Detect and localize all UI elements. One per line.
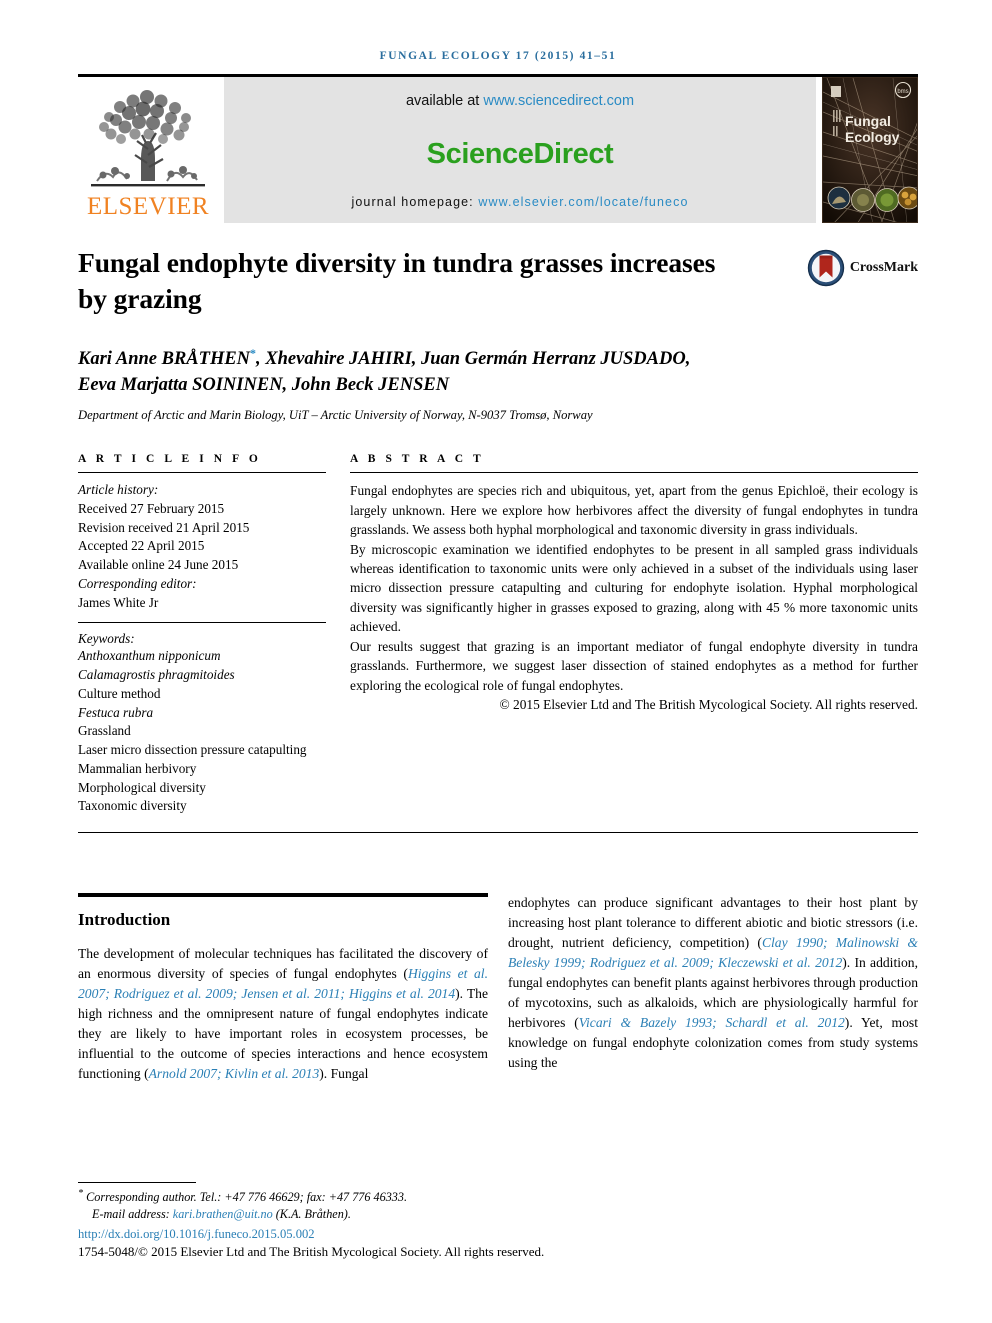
column-gap [326, 453, 350, 816]
keyword-item: Anthoxanthum nipponicum [78, 648, 221, 664]
elsevier-tree-icon [91, 90, 205, 187]
article-history-block: Article history: Received 27 February 20… [78, 473, 326, 612]
history-item: Accepted 22 April 2015 [78, 538, 205, 554]
email-link[interactable]: kari.brathen@uit.no [173, 1207, 273, 1221]
corresponding-editor-label: Corresponding editor: [78, 575, 197, 591]
article-info-heading: A R T I C L E I N F O [78, 453, 262, 466]
journal-cover-thumbnail[interactable]: Fungal Ecology bms [822, 77, 918, 223]
keyword-item: Laser micro dissection pressure catapult… [78, 742, 307, 758]
history-item: Received 27 February 2015 [78, 501, 225, 517]
crossmark-badge[interactable]: CrossMark [807, 249, 918, 287]
section-heading-introduction: Introduction [78, 910, 171, 930]
author-rest-line1: , Xhevahire JAHIRI, Juan Germán Herranz … [256, 348, 691, 369]
footnote-marker: * [78, 1188, 84, 1199]
info-abstract-section: A R T I C L E I N F O Article history: R… [78, 453, 918, 816]
intro-text-part3: ). Fungal [319, 1065, 369, 1081]
author-rest-line2: Eeva Marjatta SOININEN, John Beck JENSEN [78, 375, 450, 396]
article-history-label: Article history: [78, 482, 159, 498]
title-block: Fungal endophyte diversity in tundra gra… [78, 245, 918, 423]
keyword-item: Festuca rubra [78, 704, 154, 720]
affiliation: Department of Arctic and Marin Biology, … [78, 408, 593, 423]
issn-copyright-line: 1754-5048/© 2015 Elsevier Ltd and The Br… [78, 1243, 545, 1259]
abstract-heading: A B S T R A C T [350, 453, 485, 466]
intro-paragraph-left: The development of molecular techniques … [78, 944, 488, 1084]
cover-artwork-icon: Fungal Ecology bms [823, 78, 917, 222]
crossmark-label: CrossMark [849, 260, 918, 275]
keyword-item: Calamagrostis phragmitoides [78, 667, 235, 683]
citation-link[interactable]: Vicari & Bazely 1993; Schardl et al. 201… [579, 1015, 845, 1030]
elsevier-wordmark: ELSEVIER [86, 193, 210, 220]
svg-text:bms: bms [897, 89, 908, 95]
running-head: FUNGAL ECOLOGY 17 (2015) 41–51 [379, 50, 617, 62]
body-column-gap [488, 893, 508, 1084]
journal-homepage-link[interactable]: www.elsevier.com/locate/funeco [478, 195, 688, 209]
abstract-bottom-rule [78, 832, 918, 834]
journal-cover-image: Fungal Ecology bms [822, 77, 918, 223]
sciencedirect-panel: available at www.sciencedirect.com Scien… [224, 77, 816, 223]
keywords-block: Keywords: Anthoxanthum nipponicum Calama… [78, 623, 326, 816]
article-body: Introduction The development of molecula… [78, 893, 918, 1084]
available-at-label: available at [405, 93, 484, 109]
corresponding-author-text: Corresponding author. Tel.: +47 776 4662… [86, 1190, 408, 1205]
article-info-column: A R T I C L E I N F O Article history: R… [78, 453, 326, 816]
corresponding-editor-name: James White Jr [78, 594, 159, 610]
abstract-paragraph: By microscopic examination we identified… [350, 541, 918, 635]
journal-masthead: ELSEVIER available at www.sciencedirect.… [78, 77, 918, 223]
history-item: Revision received 21 April 2015 [78, 519, 250, 535]
elsevier-logo: ELSEVIER [78, 77, 218, 223]
svg-text:Ecology: Ecology [845, 129, 900, 145]
crossmark-icon [807, 249, 845, 287]
citation-link[interactable]: Arnold 2007; Kivlin et al. 2013 [149, 1066, 320, 1081]
journal-homepage-line: journal homepage: www.elsevier.com/locat… [352, 195, 689, 209]
keyword-item: Morphological diversity [78, 779, 206, 795]
article-page: FUNGAL ECOLOGY 17 (2015) 41–51 ELSEVIER … [78, 0, 918, 1323]
author-list: Kari Anne BRÅTHEN*, Xhevahire JAHIRI, Ju… [78, 345, 778, 400]
abstract-body: Fungal endophytes are species rich and u… [350, 473, 918, 714]
intro-paragraph-right: endophytes can produce significant advan… [508, 893, 918, 1073]
keyword-item: Culture method [78, 685, 161, 701]
abstract-copyright: © 2015 Elsevier Ltd and The British Myco… [499, 697, 918, 713]
available-at-line: available at www.sciencedirect.com [406, 93, 634, 109]
doi-link[interactable]: http://dx.doi.org/10.1016/j.funeco.2015.… [78, 1227, 918, 1242]
sciencedirect-link[interactable]: www.sciencedirect.com [483, 93, 634, 109]
keyword-item: Grassland [78, 723, 131, 739]
corresponding-author-note: * Corresponding author. Tel.: +47 776 46… [78, 1187, 918, 1206]
email-suffix: (K.A. Bråthen). [272, 1207, 351, 1222]
keyword-item: Mammalian herbivory [78, 760, 197, 776]
page-title: Fungal endophyte diversity in tundra gra… [78, 247, 716, 314]
sciencedirect-logo[interactable]: ScienceDirect [427, 138, 614, 171]
abstract-column: A B S T R A C T Fungal endophytes are sp… [350, 453, 918, 816]
keywords-label: Keywords: [78, 631, 135, 647]
email-label: E-mail address: [92, 1207, 173, 1222]
body-column-right: endophytes can produce significant advan… [508, 893, 918, 1084]
email-note: E-mail address: kari.brathen@uit.no (K.A… [78, 1206, 918, 1223]
section-rule [78, 893, 488, 898]
journal-homepage-label: journal homepage: [351, 195, 479, 209]
body-column-left: Introduction The development of molecula… [78, 893, 488, 1084]
abstract-paragraph: Our results suggest that grazing is an i… [350, 638, 918, 693]
history-item: Available online 24 June 2015 [78, 557, 239, 573]
author-first: Kari Anne BRÅTHEN [78, 348, 251, 369]
keyword-item: Taxonomic diversity [78, 798, 187, 814]
footnote-rule [78, 1182, 196, 1183]
abstract-paragraph: Fungal endophytes are species rich and u… [350, 483, 918, 538]
svg-text:Fungal: Fungal [845, 113, 891, 129]
page-footer: * Corresponding author. Tel.: +47 776 46… [78, 1182, 918, 1260]
